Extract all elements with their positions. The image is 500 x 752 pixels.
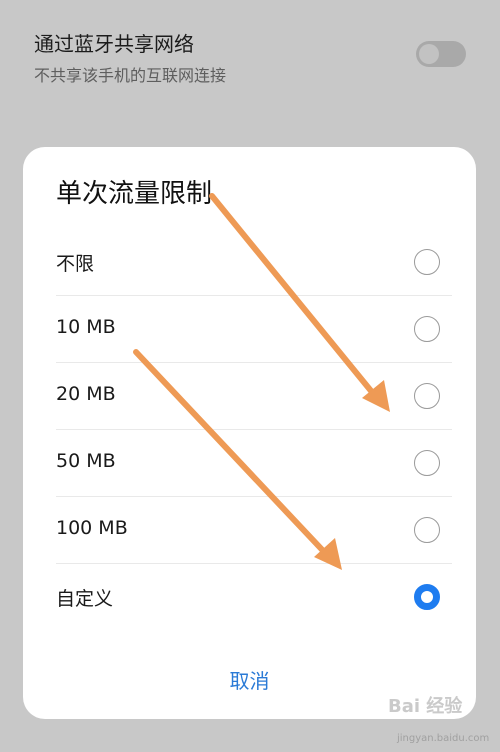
option-20mb[interactable]: 20 MB bbox=[56, 363, 452, 430]
option-label: 100 MB bbox=[56, 517, 128, 539]
radio-button-selected[interactable] bbox=[414, 584, 440, 610]
data-limit-dialog: 单次流量限制 不限 10 MB 20 MB 50 MB 100 MB 自定义 取… bbox=[23, 147, 476, 719]
option-label: 10 MB bbox=[56, 316, 116, 338]
bluetooth-tethering-setting[interactable]: 通过蓝牙共享网络 不共享该手机的互联网连接 bbox=[0, 0, 500, 110]
setting-subtitle: 不共享该手机的互联网连接 bbox=[34, 66, 227, 85]
radio-button[interactable] bbox=[414, 316, 440, 342]
radio-button[interactable] bbox=[414, 249, 440, 275]
watermark-url: jingyan.baidu.com bbox=[397, 733, 490, 744]
option-10mb[interactable]: 10 MB bbox=[56, 296, 452, 363]
radio-button[interactable] bbox=[414, 517, 440, 543]
option-50mb[interactable]: 50 MB bbox=[56, 430, 452, 497]
option-label: 自定义 bbox=[56, 588, 114, 610]
option-label: 50 MB bbox=[56, 450, 116, 472]
dialog-title: 单次流量限制 bbox=[56, 179, 213, 209]
option-custom[interactable]: 自定义 bbox=[56, 564, 452, 631]
options-list: 不限 10 MB 20 MB 50 MB 100 MB 自定义 bbox=[23, 229, 476, 631]
option-100mb[interactable]: 100 MB bbox=[56, 497, 452, 564]
option-label: 20 MB bbox=[56, 383, 116, 405]
option-unlimited[interactable]: 不限 bbox=[56, 229, 452, 296]
radio-button[interactable] bbox=[414, 383, 440, 409]
setting-title: 通过蓝牙共享网络 bbox=[34, 32, 194, 56]
bluetooth-tethering-toggle[interactable] bbox=[416, 41, 466, 67]
baidu-jingyan-watermark: Bai 经验 bbox=[388, 696, 463, 717]
radio-button[interactable] bbox=[414, 450, 440, 476]
cancel-button[interactable]: 取消 bbox=[23, 665, 476, 694]
toggle-knob bbox=[419, 44, 439, 64]
option-label: 不限 bbox=[56, 253, 95, 275]
